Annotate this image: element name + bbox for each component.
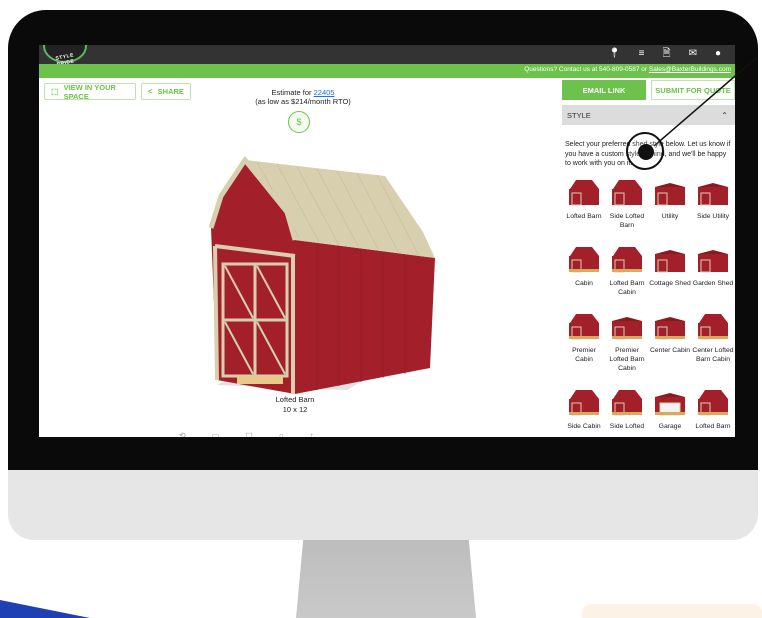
tutorial-pointer-dot — [638, 144, 654, 160]
tutorial-pointer-line — [653, 57, 757, 147]
